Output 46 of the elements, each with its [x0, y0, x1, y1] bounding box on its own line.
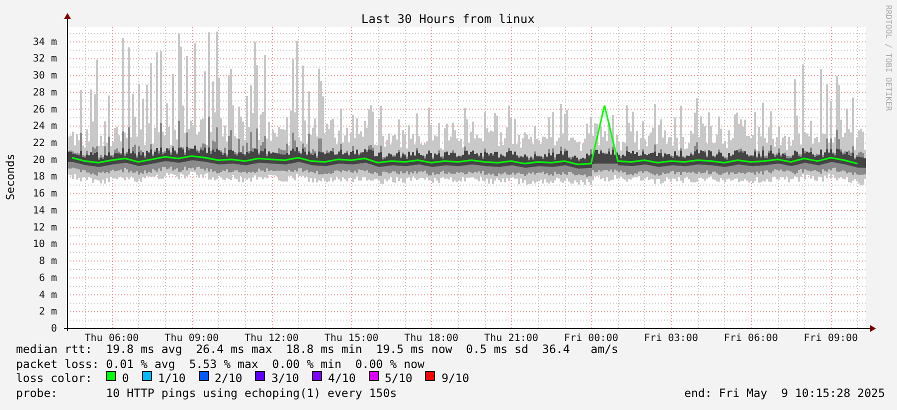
- y-tick-label: 18 m: [32, 172, 57, 183]
- y-tick-label: 34 m: [32, 36, 57, 48]
- y-tick-label: 0: [50, 324, 57, 334]
- y-tick-label: 16 m: [32, 188, 57, 200]
- x-tick-label: Thu 09:00: [164, 333, 219, 344]
- legend-text: 2/10: [214, 371, 242, 386]
- y-tick-label: 28 m: [32, 87, 57, 98]
- legend-label: median rtt:: [16, 342, 94, 356]
- x-tick-label: Thu 12:00: [244, 333, 299, 344]
- x-tick-label: Thu 18:00: [404, 333, 458, 344]
- y-tick-label: 14 m: [32, 205, 57, 216]
- x-tick-label: Fri 03:00: [644, 333, 698, 344]
- legend-text: 9/10: [441, 371, 470, 386]
- y-axis-label: Seconds: [4, 154, 17, 200]
- legend-text: 0.01 % avg 5.53 % max 0.00 % min 0.00 % now: [106, 356, 424, 371]
- y-tick-label: 2 m: [38, 306, 57, 318]
- x-tick-label: Thu 15:00: [324, 333, 379, 344]
- y-tick-label: 6 m: [38, 272, 57, 284]
- chart-title: Last 30 Hours from linux: [361, 12, 535, 26]
- y-tick-label: 10 m: [32, 239, 57, 250]
- y-tick-label: 26 m: [32, 104, 57, 116]
- legend-text: 1/10: [158, 371, 186, 386]
- legend-text: 19.8 ms avg 26.4 ms max 18.8 ms min 19.5 ms now 0.5 ms sd 36.4 am/s: [106, 342, 618, 356]
- legend-text: 0: [122, 371, 129, 386]
- legend-label: probe:: [16, 386, 59, 400]
- legend-text: 3/10: [271, 371, 300, 386]
- legend-text: 4/10: [328, 371, 356, 386]
- x-tick-label: Fri 06:00: [724, 333, 778, 344]
- y-tick-label: 32 m: [32, 54, 57, 65]
- x-tick-label: Thu 06:00: [84, 333, 139, 344]
- legend-label: packet loss:: [16, 356, 100, 371]
- x-tick-label: Fri 09:00: [804, 333, 858, 344]
- y-tick-label: 30 m: [32, 70, 57, 82]
- legend-label: loss color:: [16, 371, 94, 386]
- legend-text: 10 HTTP pings using echoping(1) every 150s: [106, 386, 397, 400]
- x-tick-label: Fri 00:00: [564, 333, 618, 344]
- y-tick-label: 24 m: [32, 121, 57, 132]
- credit-text: RRDTOOL / TOBI OETIKER: [884, 5, 893, 111]
- y-tick-label: 4 m: [38, 290, 57, 301]
- end-time-text: end: Fri May 9 10:15:28 2025: [684, 386, 885, 400]
- y-tick-label: 8 m: [38, 256, 57, 268]
- legend-text: 5/10: [384, 371, 412, 386]
- y-tick-label: 12 m: [32, 222, 57, 234]
- y-tick-label: 20 m: [32, 154, 57, 166]
- x-tick-label: Thu 21:00: [484, 333, 538, 344]
- y-tick-label: 22 m: [32, 138, 57, 149]
